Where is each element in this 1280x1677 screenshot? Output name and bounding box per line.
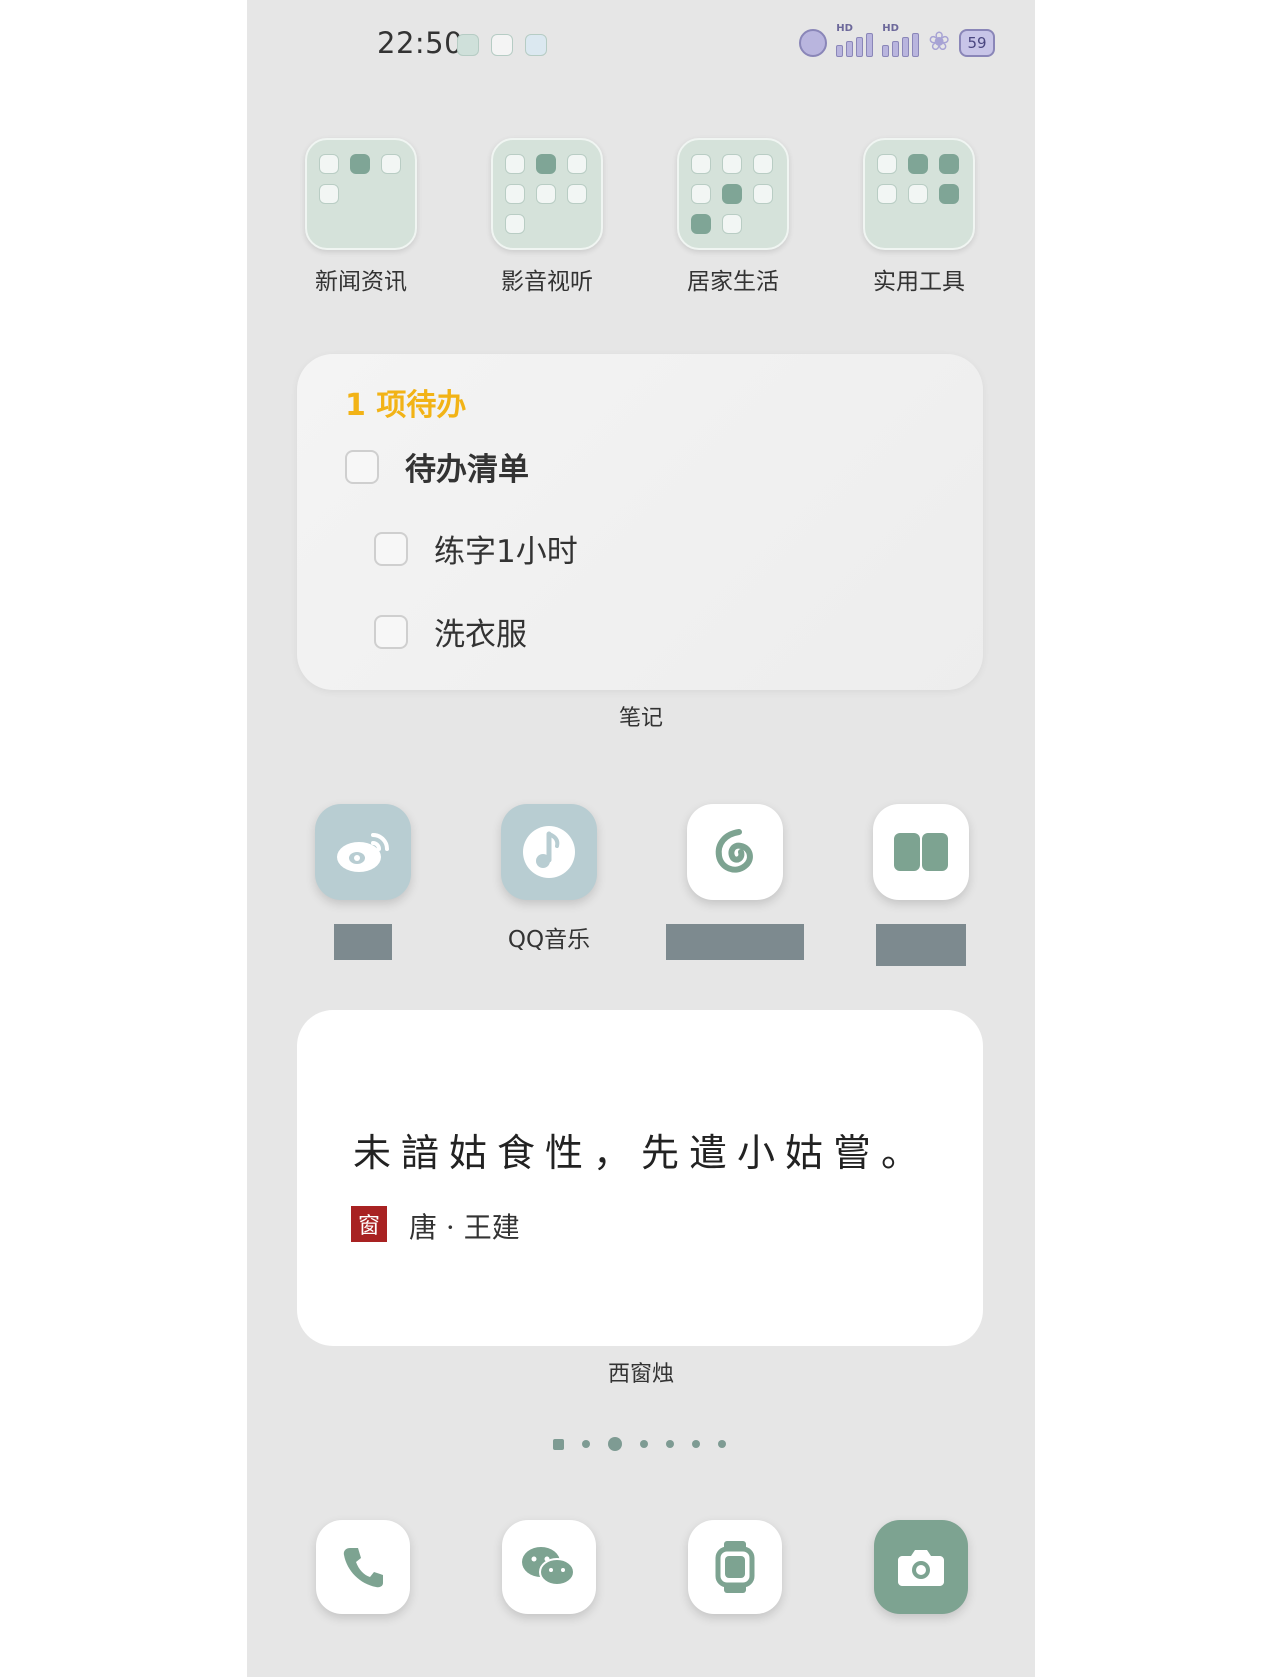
todo-item[interactable]: 练字1小时	[374, 526, 578, 571]
watch-icon[interactable]	[688, 1520, 782, 1614]
notes-widget-label: 笔记	[618, 706, 663, 731]
app-mini-icon	[505, 214, 525, 234]
signal-icon: HD	[836, 23, 874, 57]
app-mini-icon	[722, 184, 742, 204]
app-mini-icon	[753, 154, 773, 174]
page-dot[interactable]	[666, 1440, 674, 1448]
app-mini-icon	[505, 154, 525, 174]
hd-label: HD	[882, 23, 899, 34]
notes-widget[interactable]: 1 项待办 待办清单 练字1小时 洗衣服	[297, 354, 983, 690]
app-book[interactable]	[851, 804, 991, 966]
todo-count: 1 项待办	[345, 388, 467, 423]
todo-text: 待办清单	[405, 452, 529, 488]
todo-checkbox[interactable]	[374, 614, 408, 649]
app-name-redacted	[876, 924, 966, 966]
status-time: 22:50	[377, 26, 464, 60]
folder-row: 新闻资讯 影音视听 居家生活 实用工具	[305, 138, 995, 298]
signal-icon: HD	[882, 23, 920, 57]
app-weibo[interactable]	[293, 804, 433, 960]
poem-verse: 未諳姑食性，先遣小姑嘗。	[353, 1131, 930, 1175]
app-mini-icon	[319, 184, 339, 204]
folder-label: 新闻资讯	[315, 269, 407, 295]
dock-watch[interactable]	[665, 1520, 805, 1614]
folder-tile[interactable]	[677, 138, 789, 250]
app-mini-icon	[381, 154, 401, 174]
todo-checkbox[interactable]	[374, 531, 408, 566]
folder-news[interactable]: 新闻资讯	[305, 138, 417, 296]
notification-icons	[457, 34, 547, 56]
todo-checkbox[interactable]	[345, 449, 379, 484]
camera-icon[interactable]	[874, 1520, 968, 1614]
page-dot[interactable]	[640, 1440, 648, 1448]
app-mini-icon	[691, 184, 711, 204]
app-mini-icon	[691, 154, 711, 174]
home-screen: 22:50 HD HD ❀ 59 新闻资讯 影音视听 居家生活 实用工具 1 项…	[247, 0, 1035, 1677]
app-mini-icon	[505, 184, 525, 204]
folder-tile[interactable]	[863, 138, 975, 250]
folder-label: 居家生活	[687, 269, 779, 295]
folder-tile[interactable]	[491, 138, 603, 250]
app-mini-icon	[350, 154, 370, 174]
wechat-icon[interactable]	[502, 1520, 596, 1614]
qq-music-icon[interactable]	[501, 804, 597, 900]
page-indicator[interactable]	[553, 1437, 726, 1451]
todo-item[interactable]: 待办清单	[345, 444, 529, 489]
app-mini-icon	[939, 154, 959, 174]
app-mini-icon	[939, 184, 959, 204]
page-dot-active[interactable]	[608, 1437, 622, 1451]
app-mini-icon	[908, 184, 928, 204]
app-mini-icon	[567, 184, 587, 204]
page-dot[interactable]	[582, 1440, 590, 1448]
page-dot[interactable]	[718, 1440, 726, 1448]
phone-icon[interactable]	[316, 1520, 410, 1614]
seal-logo: 窗	[351, 1206, 387, 1242]
todo-text: 洗衣服	[434, 617, 527, 653]
status-indicators: HD HD ❀ 59	[799, 23, 995, 57]
app-mini-icon	[722, 154, 742, 174]
book-icon[interactable]	[873, 804, 969, 900]
weibo-icon[interactable]	[315, 804, 411, 900]
app-mini-icon	[877, 184, 897, 204]
app-name: QQ音乐	[507, 927, 591, 953]
poem-widget[interactable]: 未諳姑食性，先遣小姑嘗。 窗 唐 · 王建	[297, 1010, 983, 1346]
app-mini-icon	[691, 214, 711, 234]
todo-text: 练字1小时	[434, 534, 578, 570]
folder-media[interactable]: 影音视听	[491, 138, 603, 296]
battery-icon: 59	[959, 29, 995, 57]
page-dot[interactable]	[692, 1440, 700, 1448]
poem-widget-label: 西窗烛	[607, 1362, 674, 1387]
dock-phone[interactable]	[293, 1520, 433, 1614]
app-netease-music[interactable]	[665, 804, 805, 960]
page-dot[interactable]	[553, 1438, 564, 1450]
app-notification-icon	[525, 34, 547, 56]
dock-wechat[interactable]	[479, 1520, 619, 1614]
app-qq-music[interactable]: QQ音乐	[479, 804, 619, 954]
poem-author: 唐 · 王建	[409, 1211, 520, 1244]
folder-label: 实用工具	[873, 269, 965, 295]
app-notification-icon	[457, 34, 479, 56]
app-notification-icon	[491, 34, 513, 56]
wifi-paw-icon: ❀	[928, 27, 950, 57]
app-name-redacted	[666, 924, 804, 960]
app-mini-icon	[908, 154, 928, 174]
netease-music-icon[interactable]	[687, 804, 783, 900]
app-mini-icon	[536, 184, 556, 204]
alarm-icon	[799, 29, 828, 57]
folder-tools[interactable]: 实用工具	[863, 138, 975, 296]
app-mini-icon	[536, 154, 556, 174]
app-name-redacted	[334, 924, 392, 960]
folder-tile[interactable]	[305, 138, 417, 250]
todo-item[interactable]: 洗衣服	[374, 609, 527, 654]
folder-home-life[interactable]: 居家生活	[677, 138, 789, 296]
app-mini-icon	[319, 154, 339, 174]
app-mini-icon	[567, 154, 587, 174]
app-mini-icon	[753, 184, 773, 204]
dock-camera[interactable]	[851, 1520, 991, 1614]
app-mini-icon	[877, 154, 897, 174]
folder-label: 影音视听	[501, 269, 593, 295]
app-mini-icon	[722, 214, 742, 234]
hd-label: HD	[836, 23, 853, 34]
status-bar: 22:50 HD HD ❀ 59	[247, 0, 1035, 90]
